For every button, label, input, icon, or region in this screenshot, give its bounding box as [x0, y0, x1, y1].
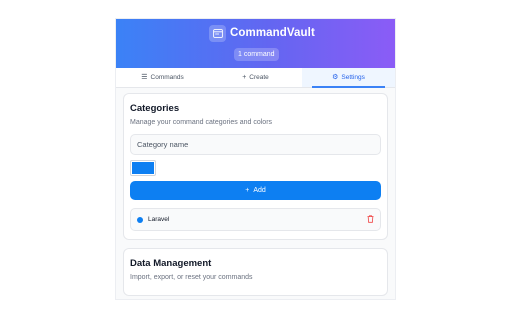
terminal-icon: [209, 25, 226, 42]
settings-content: Categories Manage your command categorie…: [116, 88, 395, 296]
tab-label: Settings: [341, 74, 365, 81]
tab-settings[interactable]: ⚙ Settings: [302, 68, 395, 88]
app-title: CommandVault: [230, 27, 315, 39]
data-management-card: Data Management Import, export, or reset…: [123, 248, 388, 296]
category-item: Laravel: [130, 208, 381, 231]
data-management-title: Data Management: [130, 258, 212, 269]
category-name-input[interactable]: Category name: [130, 134, 381, 155]
extension-popup: CommandVault 1 command ☰ Commands + Crea…: [116, 19, 395, 299]
list-icon: ☰: [141, 74, 148, 81]
color-swatch-fill: [132, 162, 154, 174]
plus-icon: +: [245, 187, 250, 194]
add-category-button[interactable]: + Add: [130, 181, 381, 200]
category-color-dot: [137, 216, 143, 223]
gear-icon: ⚙: [332, 74, 339, 81]
categories-title: Categories: [130, 103, 180, 114]
plus-icon: +: [242, 74, 247, 81]
categories-subtitle: Manage your command categories and color…: [130, 119, 273, 126]
app-header: CommandVault 1 command: [116, 19, 395, 68]
command-count-badge: 1 command: [234, 48, 279, 61]
category-name: Laravel: [148, 216, 170, 223]
category-color-picker[interactable]: [130, 160, 156, 176]
tab-label: Commands: [150, 74, 184, 81]
trash-icon[interactable]: [367, 214, 374, 225]
tab-label: Create: [249, 74, 269, 81]
tab-bar: ☰ Commands + Create ⚙ Settings: [116, 68, 395, 88]
categories-card: Categories Manage your command categorie…: [123, 93, 388, 240]
tab-commands[interactable]: ☰ Commands: [116, 68, 209, 87]
category-name-placeholder: Category name: [137, 140, 189, 149]
data-management-subtitle: Import, export, or reset your commands: [130, 274, 253, 281]
add-button-label: Add: [253, 187, 266, 194]
tab-create[interactable]: + Create: [209, 68, 302, 87]
